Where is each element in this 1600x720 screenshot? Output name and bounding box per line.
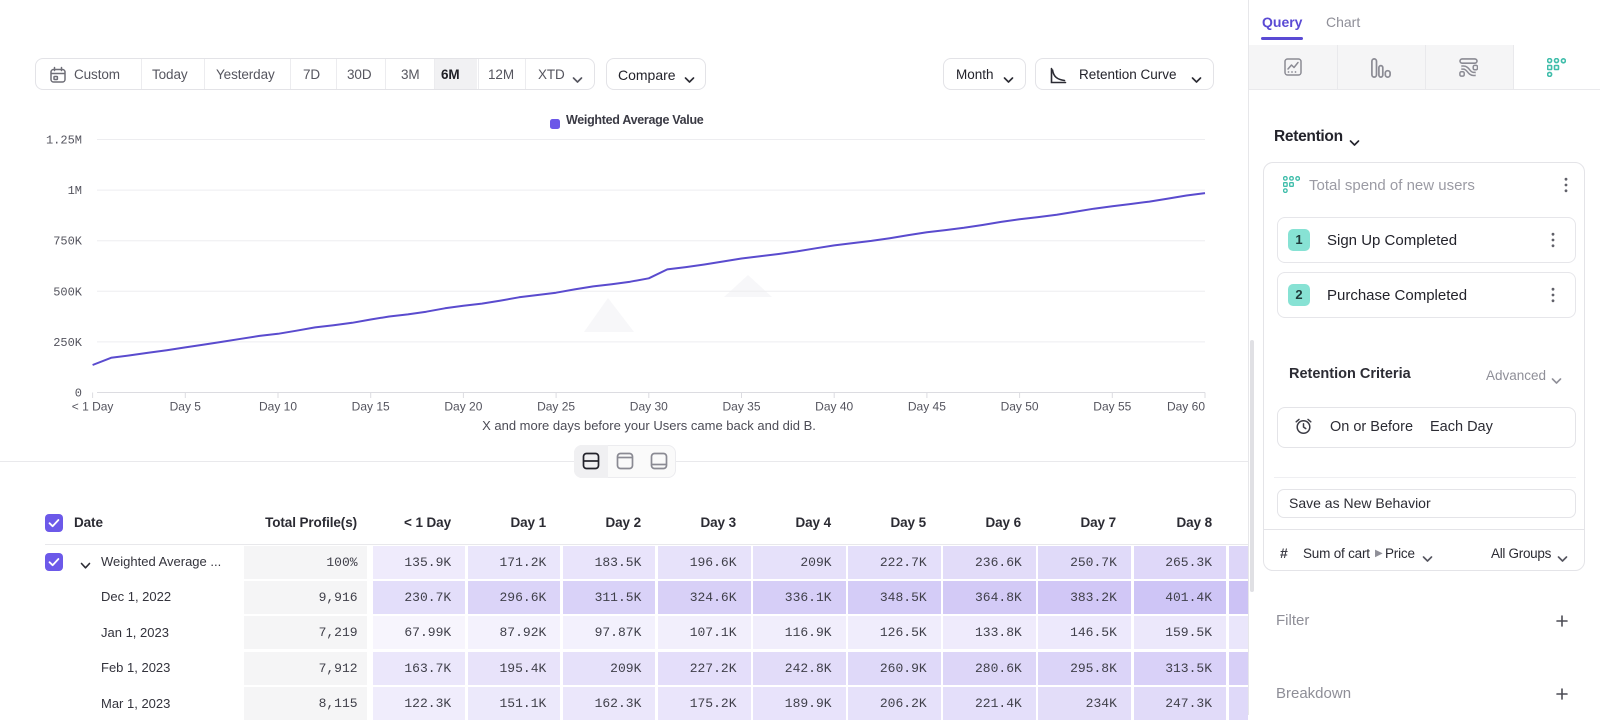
svg-text:Day 30: Day 30 bbox=[630, 400, 668, 414]
svg-text:Day 60: Day 60 bbox=[1167, 400, 1205, 414]
svg-text:Day 20: Day 20 bbox=[444, 400, 482, 414]
svg-text:250K: 250K bbox=[53, 336, 83, 350]
svg-text:0: 0 bbox=[75, 387, 82, 401]
svg-text:500K: 500K bbox=[53, 285, 83, 299]
svg-text:< 1 Day: < 1 Day bbox=[72, 400, 114, 414]
svg-text:Day 45: Day 45 bbox=[908, 400, 946, 414]
svg-text:Day 25: Day 25 bbox=[537, 400, 575, 414]
svg-text:Day 40: Day 40 bbox=[815, 400, 853, 414]
svg-text:1.25M: 1.25M bbox=[46, 134, 82, 148]
svg-text:1M: 1M bbox=[68, 184, 82, 198]
svg-text:Day 15: Day 15 bbox=[352, 400, 390, 414]
svg-text:Day 35: Day 35 bbox=[722, 400, 760, 414]
svg-text:Day 5: Day 5 bbox=[170, 400, 202, 414]
svg-text:Day 50: Day 50 bbox=[1001, 400, 1039, 414]
svg-text:Day 10: Day 10 bbox=[259, 400, 297, 414]
svg-text:750K: 750K bbox=[53, 235, 83, 249]
svg-text:Day 55: Day 55 bbox=[1093, 400, 1131, 414]
